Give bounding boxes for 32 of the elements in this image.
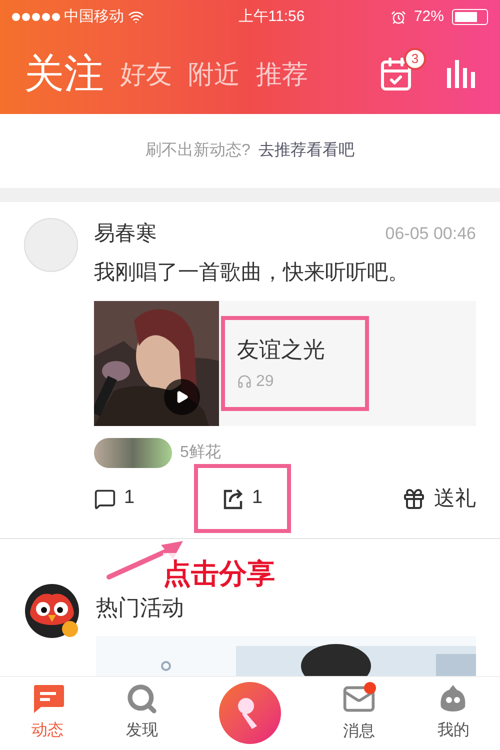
play-count: 29 bbox=[256, 372, 274, 392]
author-name[interactable]: 易春寒 bbox=[94, 218, 157, 250]
comment-button[interactable]: 1 bbox=[94, 484, 194, 513]
share-icon bbox=[222, 488, 244, 510]
play-icon bbox=[175, 390, 189, 404]
search-icon bbox=[126, 683, 158, 716]
nav-tab[interactable]: 发现 bbox=[126, 683, 158, 744]
recommend-link[interactable]: 去推荐看看吧 bbox=[258, 139, 354, 164]
chart-icon[interactable] bbox=[446, 60, 476, 88]
alarm-icon bbox=[390, 10, 406, 24]
post-text: 我刚唱了一首歌曲，快来听听吧。 bbox=[94, 260, 410, 286]
battery-icon bbox=[452, 9, 488, 25]
notification-badge: 3 bbox=[404, 48, 426, 70]
post-time: 06-05 00:46 bbox=[385, 222, 476, 245]
gift-button[interactable]: 送礼 bbox=[402, 482, 476, 514]
headphones-icon bbox=[237, 374, 252, 390]
bird-avatar-icon[interactable] bbox=[24, 582, 80, 639]
gift-icon bbox=[402, 486, 426, 511]
wifi-icon bbox=[128, 9, 144, 25]
share-button[interactable]: 1 bbox=[222, 484, 263, 513]
calendar-icon[interactable] bbox=[378, 56, 414, 92]
carrier-name: 中国移动 bbox=[64, 6, 124, 27]
battery-percent: 72% bbox=[414, 6, 444, 27]
song-title: 友谊之光 bbox=[237, 336, 326, 364]
nav-tab[interactable]: 消息 bbox=[342, 682, 376, 744]
comment-icon bbox=[94, 488, 116, 510]
flower-count: 5鲜花 bbox=[180, 442, 221, 463]
nav-tab[interactable]: 我的 bbox=[437, 683, 470, 744]
clock-time: 上午11:56 bbox=[237, 6, 306, 27]
song-card[interactable]: 友谊之光 29 bbox=[94, 300, 476, 426]
signal-icon bbox=[12, 13, 60, 21]
notice-text: 刷不出新动态? bbox=[146, 140, 250, 162]
